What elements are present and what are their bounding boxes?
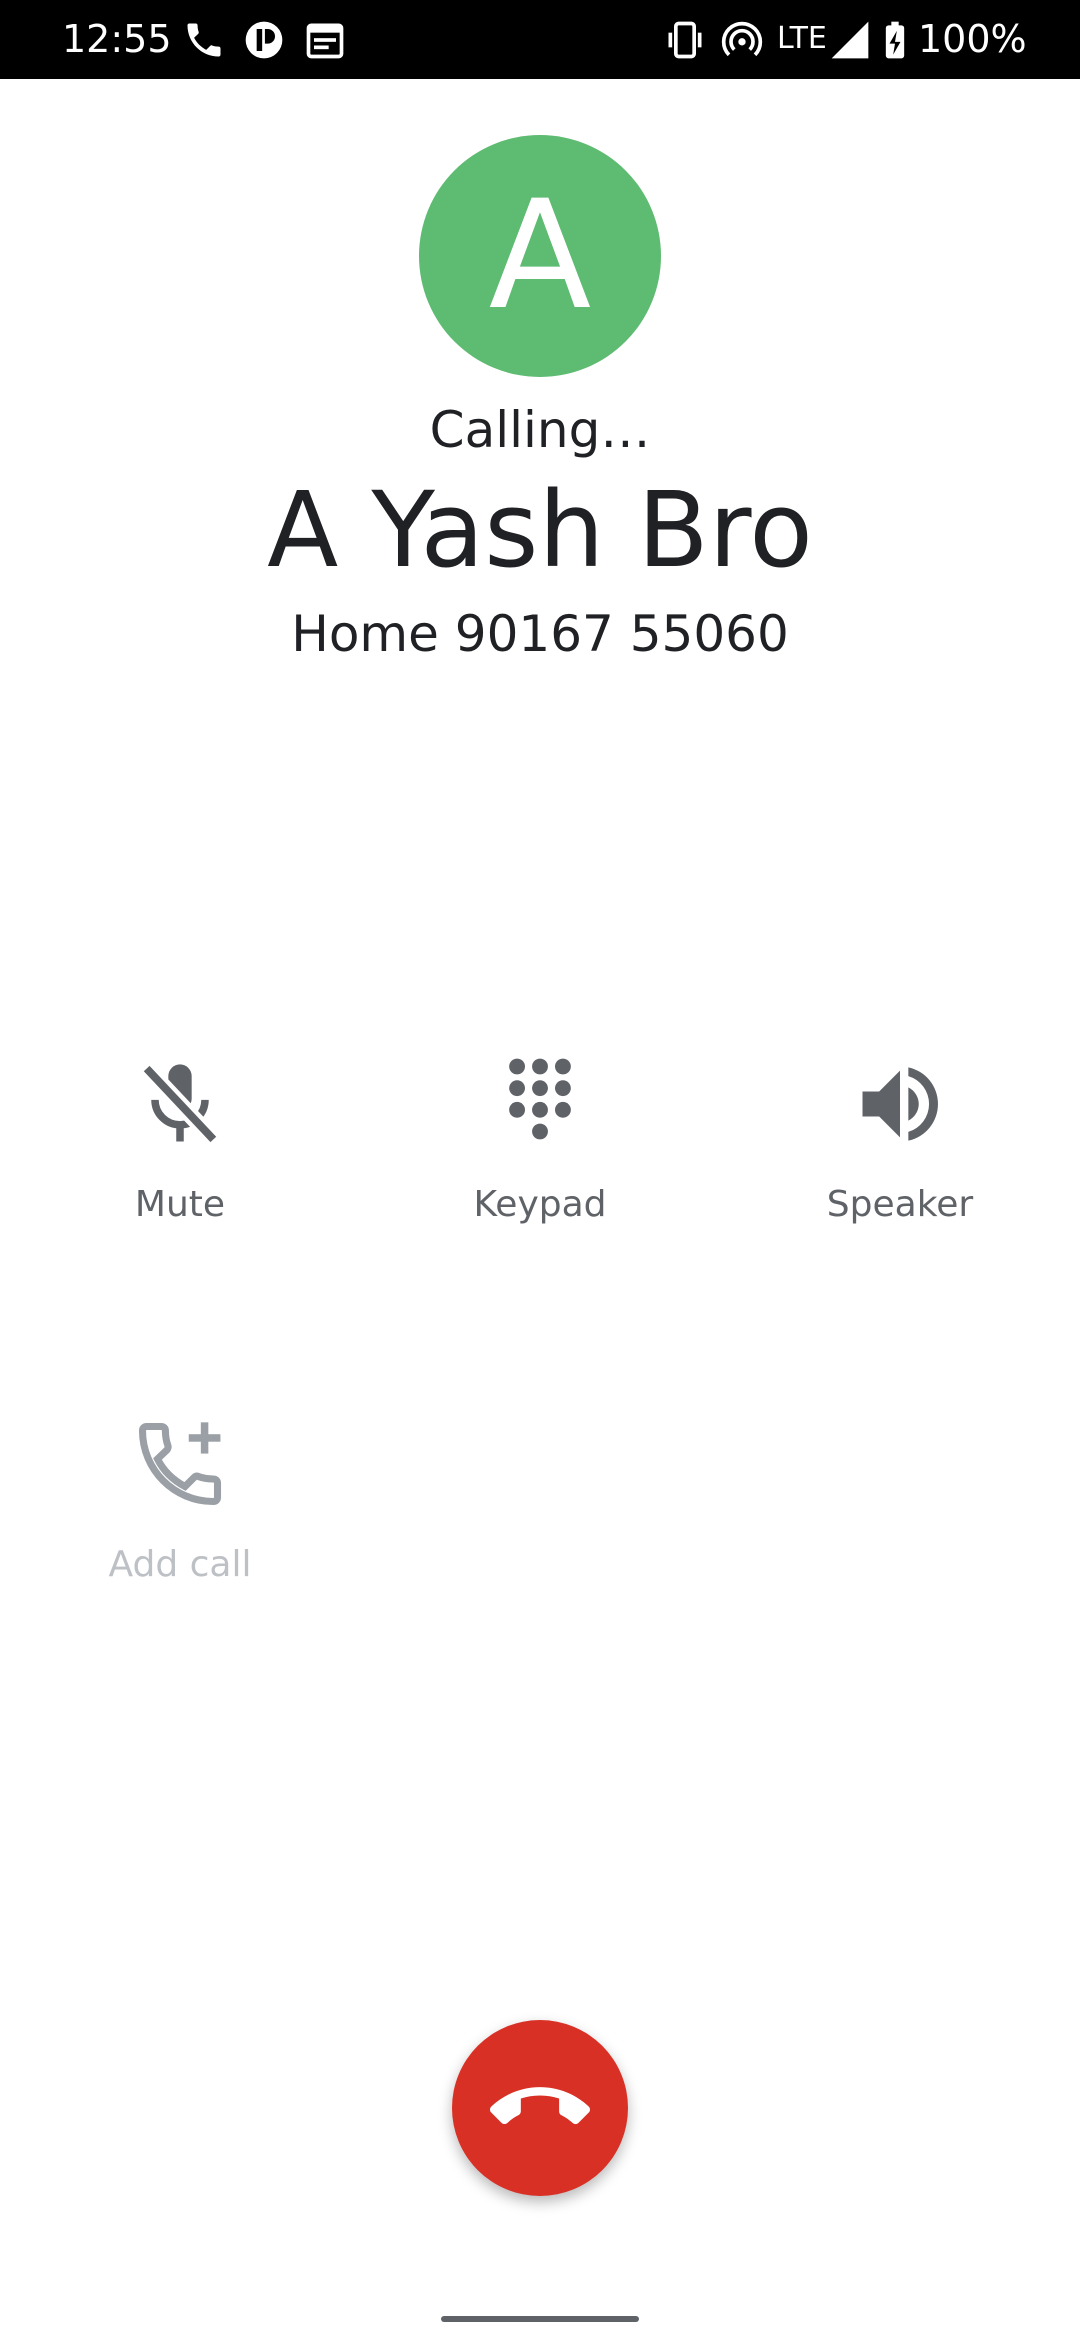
vibrate-icon <box>668 21 702 59</box>
call-end-icon <box>490 2087 590 2125</box>
dialpad-icon <box>509 1058 571 1140</box>
gesture-nav-handle[interactable] <box>441 2316 639 2322</box>
calendar-icon <box>306 23 344 59</box>
call-status: Calling… <box>429 401 651 459</box>
network-type: LTE <box>777 21 827 56</box>
contact-avatar: A <box>419 135 661 377</box>
add-call-button[interactable]: Add call <box>30 1414 330 1674</box>
battery-percent: 100% <box>918 17 1027 61</box>
caller-number: Home 90167 55060 <box>291 605 789 663</box>
speaker-button[interactable]: Speaker <box>750 1054 1050 1314</box>
add-call-label: Add call <box>108 1544 252 1585</box>
in-call-screen: 12:55 LTE 100% A Calling… A Yash Bro Hom… <box>0 0 1080 2340</box>
keypad-label: Keypad <box>473 1184 607 1225</box>
caller-name: A Yash Bro <box>267 469 813 591</box>
volume-up-icon <box>862 1067 938 1141</box>
keypad-button[interactable]: Keypad <box>390 1054 690 1314</box>
status-bar: 12:55 LTE 100% <box>0 0 1080 79</box>
signal-icon <box>831 21 869 59</box>
end-call-button[interactable] <box>452 2020 628 2196</box>
add-call-icon <box>138 1422 222 1506</box>
mic-off-icon <box>140 1062 220 1146</box>
status-time: 12:55 <box>62 17 172 61</box>
mute-button[interactable]: Mute <box>30 1054 330 1314</box>
app-notification-icon <box>245 21 283 59</box>
speaker-label: Speaker <box>826 1184 974 1225</box>
phone-icon <box>187 23 221 57</box>
hotspot-icon <box>721 21 763 57</box>
battery-charging-icon <box>885 21 905 59</box>
mute-label: Mute <box>134 1184 226 1225</box>
